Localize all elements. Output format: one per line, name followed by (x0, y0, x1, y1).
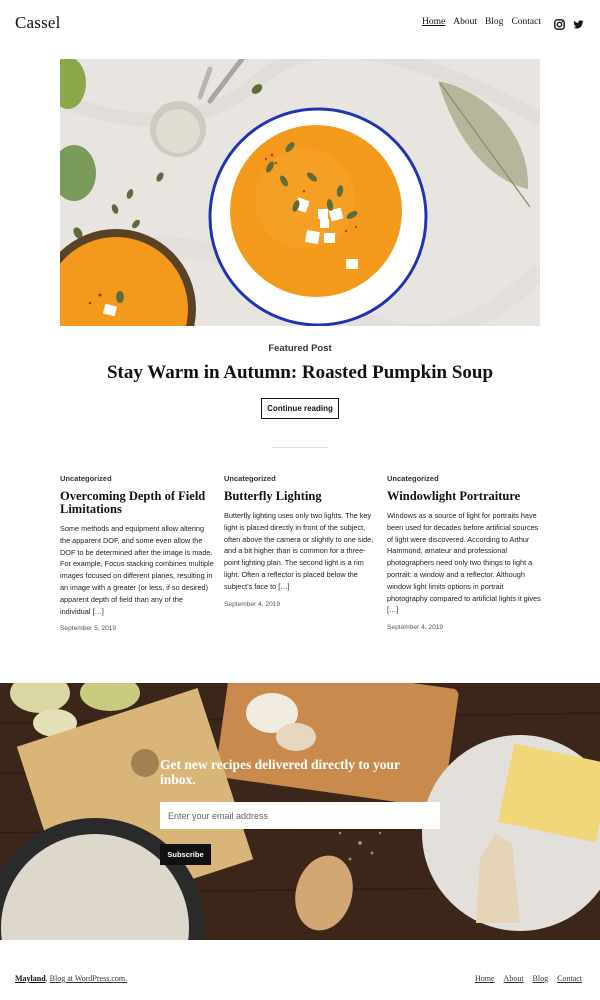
nav-about[interactable]: About (453, 17, 477, 27)
post-excerpt: Windows as a source of light for portrai… (387, 511, 541, 615)
footer-nav-contact[interactable]: Contact (557, 974, 582, 983)
subscribe-button[interactable]: Subscribe (160, 844, 211, 865)
post-date[interactable]: September 4, 2019 (387, 624, 542, 631)
footer-nav: Home About Blog Contact (475, 974, 582, 983)
email-input[interactable] (160, 802, 440, 829)
post-excerpt: Butterfly lighting uses only two lights.… (224, 511, 374, 591)
post-date[interactable]: September 4, 2019 (224, 601, 379, 608)
footer-nav-about[interactable]: About (504, 974, 524, 983)
nav-contact[interactable]: Contact (511, 17, 541, 27)
footer-credit: Mayland, Blog at WordPress.com. (15, 974, 127, 983)
featured-label: Featured Post (268, 343, 332, 354)
site-title[interactable]: Cassel (15, 13, 61, 33)
post-category[interactable]: Uncategorized (224, 474, 379, 483)
post-category[interactable]: Uncategorized (60, 474, 215, 483)
footer-wordpress-link[interactable]: Blog at WordPress.com. (50, 974, 127, 983)
newsletter-section: Get new recipes delivered directly to yo… (0, 683, 600, 940)
post-card: Uncategorized Butterfly Lighting Butterf… (224, 474, 379, 608)
instagram-icon[interactable] (554, 17, 565, 30)
main-nav: Home About Blog Contact (422, 17, 541, 27)
twitter-icon[interactable] (573, 17, 584, 29)
post-title[interactable]: Butterfly Lighting (224, 490, 379, 503)
post-title[interactable]: Overcoming Depth of Field Limitations (60, 490, 215, 516)
newsletter-heading: Get new recipes delivered directly to yo… (160, 757, 400, 787)
continue-reading-button[interactable]: Continue reading (261, 398, 339, 419)
social-links (554, 17, 584, 30)
featured-image[interactable] (60, 59, 540, 326)
nav-blog[interactable]: Blog (485, 17, 503, 27)
post-date[interactable]: September 5, 2019 (60, 625, 215, 632)
nav-home[interactable]: Home (422, 17, 445, 27)
site-header: Cassel Home About Blog Contact (0, 0, 600, 48)
post-card: Uncategorized Windowlight Portraiture Wi… (387, 474, 542, 631)
post-title[interactable]: Windowlight Portraiture (387, 490, 542, 503)
footer-nav-home[interactable]: Home (475, 974, 495, 983)
footer-site-name[interactable]: Mayland (15, 974, 46, 983)
post-category[interactable]: Uncategorized (387, 474, 542, 483)
featured-post-title[interactable]: Stay Warm in Autumn: Roasted Pumpkin Sou… (0, 362, 600, 384)
post-card: Uncategorized Overcoming Depth of Field … (60, 474, 215, 632)
section-separator (272, 447, 328, 448)
post-excerpt: Some methods and equipment allow alterin… (60, 524, 214, 616)
footer-nav-blog[interactable]: Blog (533, 974, 549, 983)
